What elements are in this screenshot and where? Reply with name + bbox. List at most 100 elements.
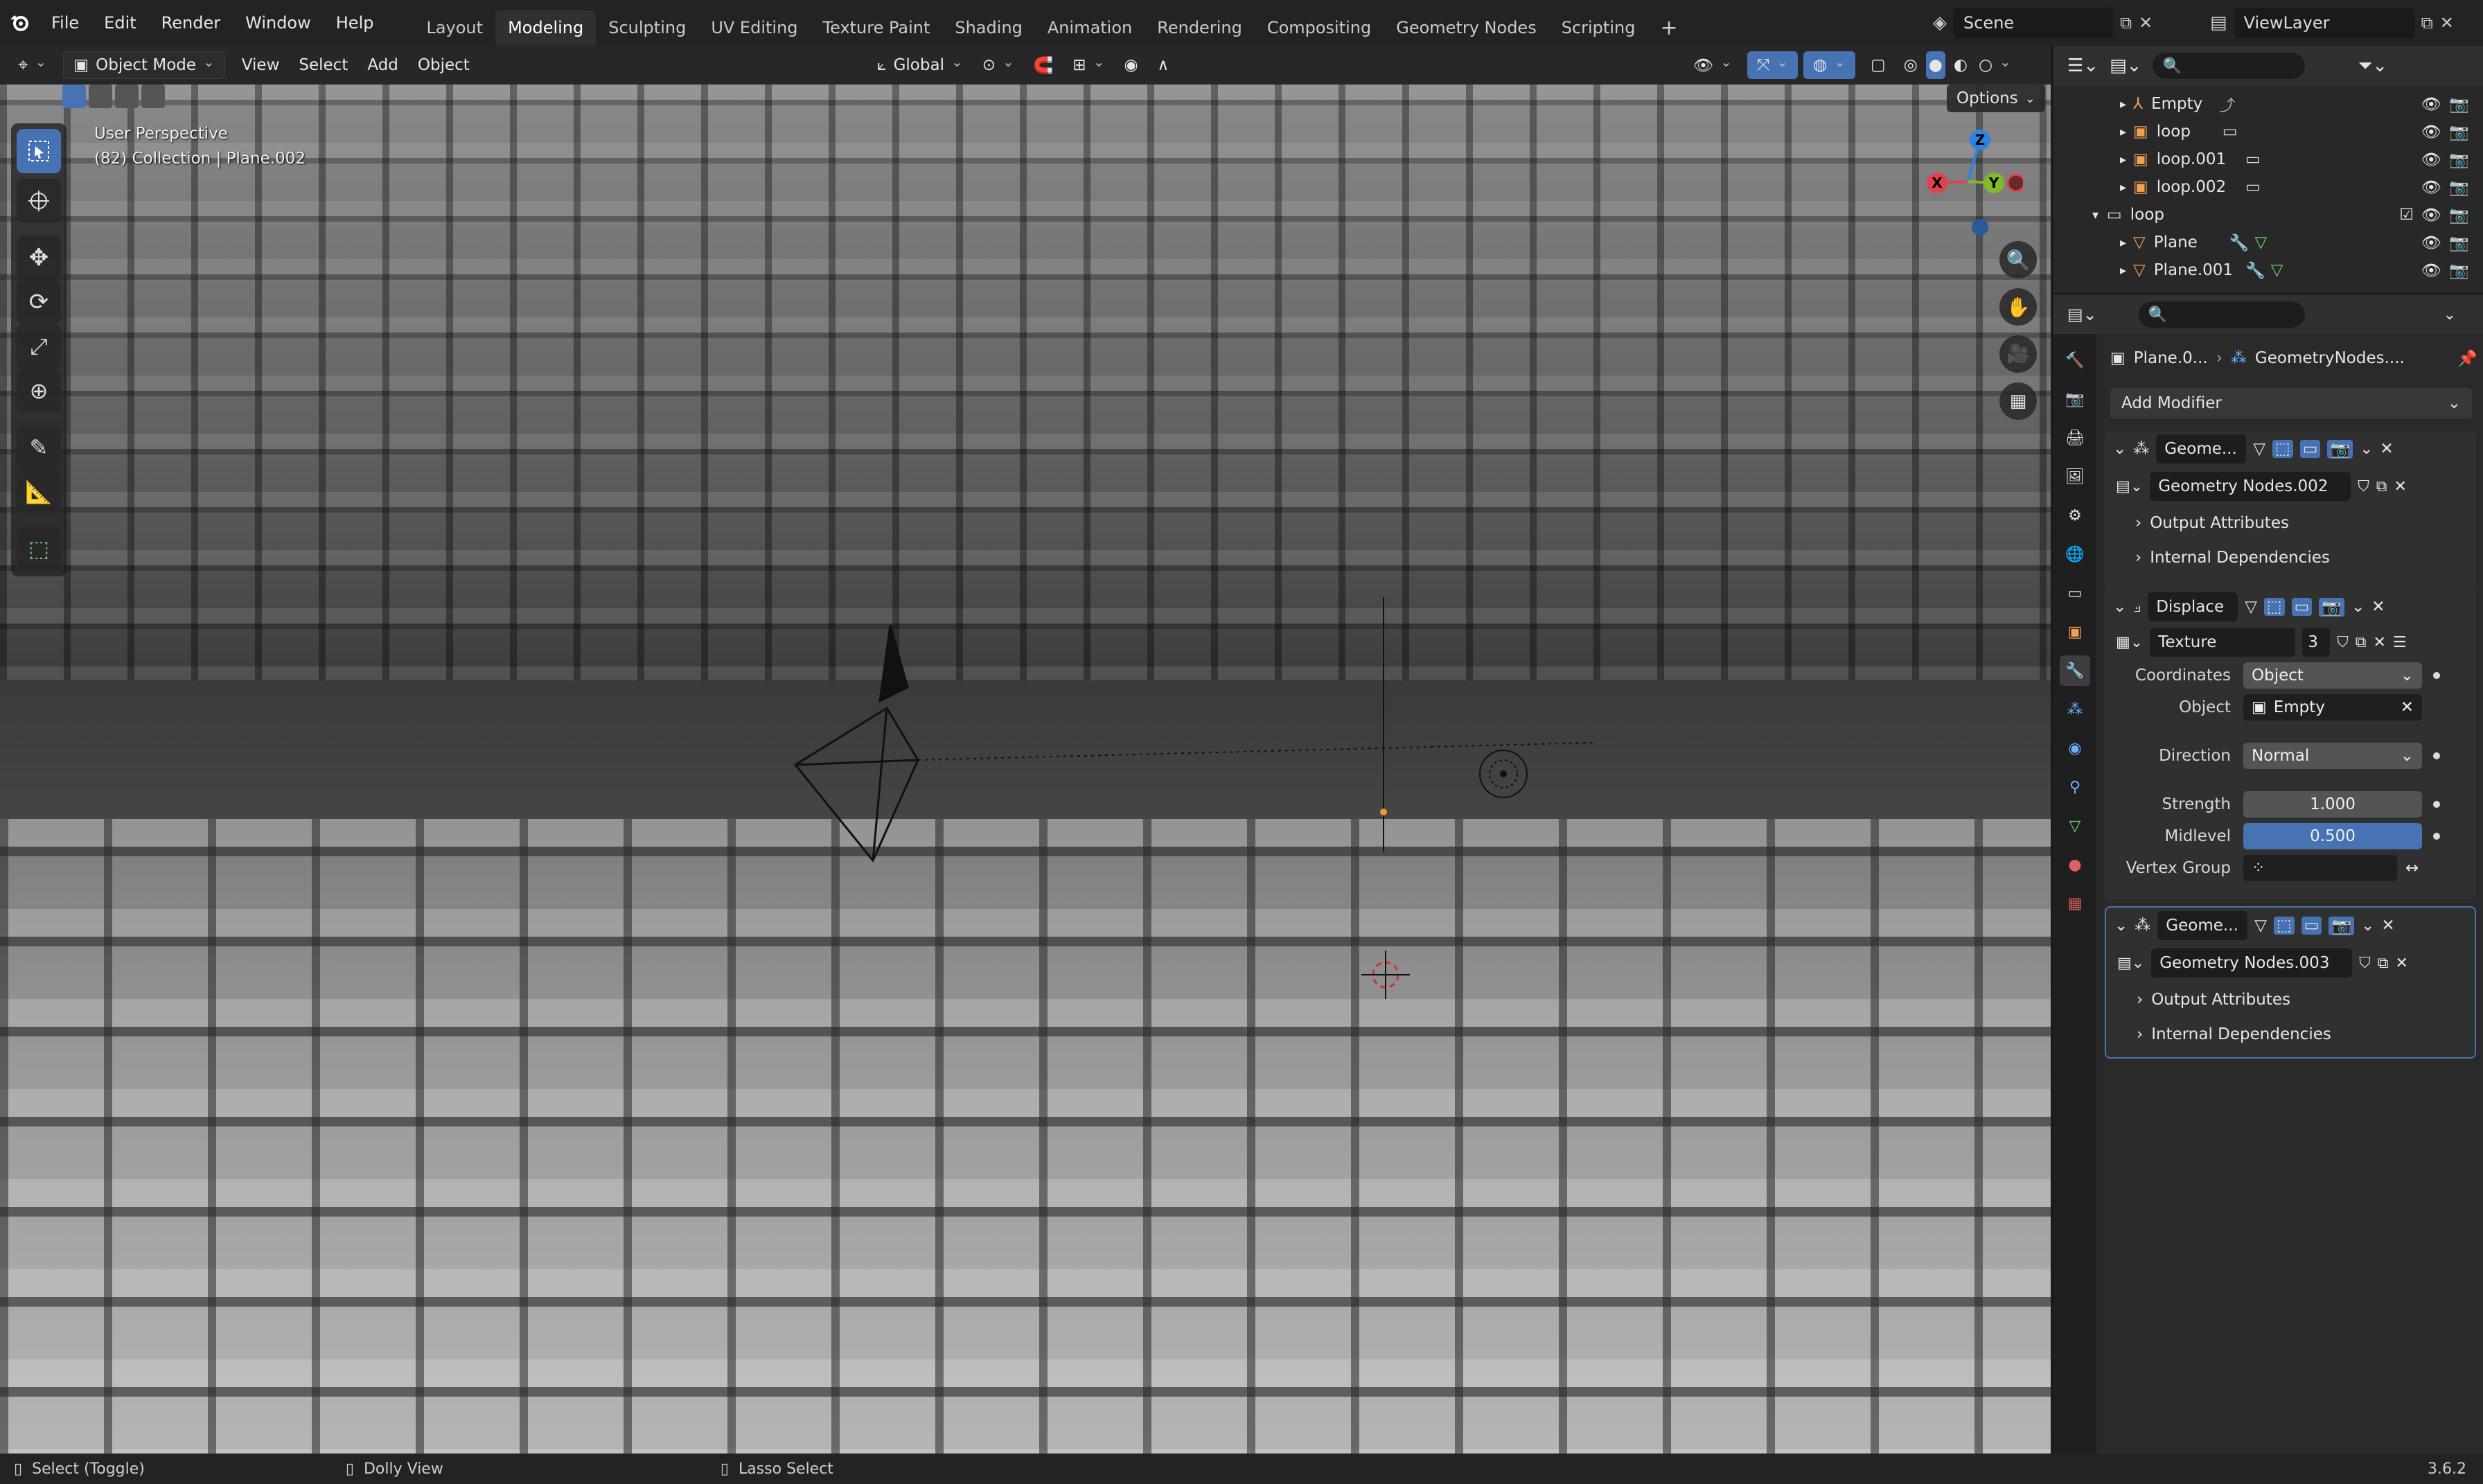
measure-tool[interactable]: 📐	[17, 470, 61, 514]
3d-cursor[interactable]	[1361, 951, 1410, 999]
viewport-display-icon[interactable]: ▭	[2301, 917, 2322, 935]
tab-scripting[interactable]: Scripting	[1549, 10, 1648, 45]
tab-geometry-nodes[interactable]: Geometry Nodes	[1384, 10, 1548, 45]
eye-icon[interactable]: 👁	[2421, 233, 2441, 252]
zoom-icon[interactable]: 🔍	[1999, 241, 2037, 279]
gizmo-toggle-icon[interactable]: ⤧	[1747, 51, 1799, 79]
snap-toggle-icon[interactable]: 🧲	[1024, 51, 1063, 79]
3d-viewport[interactable]: ✥ ⟳ ⤢ ⊕ ✎ 📐 ⬚ User Perspective (82) Coll…	[0, 85, 2051, 1454]
cage-icon[interactable]: ⬚	[2273, 917, 2295, 935]
tab-compositing[interactable]: Compositing	[1255, 10, 1384, 45]
select-subtract-icon[interactable]	[115, 85, 139, 108]
display-mode-icon[interactable]: ▤⌄	[2110, 55, 2141, 76]
mode-selector[interactable]: ▣ Object Mode	[63, 51, 225, 79]
menu-select[interactable]: Select	[289, 51, 357, 79]
shading-rendered-icon[interactable]: ○	[1976, 51, 2014, 79]
chevron-down-icon[interactable]: ⌄	[2361, 917, 2374, 935]
outliner-row[interactable]: ▸ ▽ Plane.001 🔧 ▽ 👁 📷	[2053, 256, 2483, 284]
menu-window[interactable]: Window	[233, 0, 324, 46]
internal-dependencies-subpanel[interactable]: › Internal Dependencies	[2106, 1017, 2475, 1052]
visibility-icon[interactable]: 👁	[1684, 51, 1742, 79]
delete-scene-icon[interactable]: ✕	[2139, 13, 2153, 33]
render-camera-icon[interactable]: 📷	[2449, 206, 2469, 224]
overlay-toggle-icon[interactable]: ◍	[1803, 51, 1855, 79]
cage-icon[interactable]: ⬚	[2272, 440, 2293, 458]
outliner-editor-icon[interactable]: ☰⌄	[2067, 55, 2098, 76]
unlink-icon[interactable]: ✕	[2395, 955, 2407, 972]
strength-slider[interactable]: 1.000	[2243, 791, 2422, 818]
falloff-icon[interactable]: ∧	[1148, 51, 1179, 79]
render-display-icon[interactable]: 📷	[2329, 916, 2355, 935]
tool-tab-icon[interactable]: 🔨	[2060, 345, 2090, 376]
node-group-field[interactable]: Geometry Nodes.002	[2150, 472, 2351, 501]
add-workspace-icon[interactable]: +	[1647, 10, 1690, 45]
pivot-point-icon[interactable]: ⊙	[973, 51, 1024, 79]
select-new-icon[interactable]	[62, 85, 86, 108]
object-field[interactable]: ▣ Empty ✕	[2243, 694, 2422, 721]
tab-shading[interactable]: Shading	[942, 10, 1035, 45]
texture-icon[interactable]: ▦⌄	[2116, 634, 2143, 651]
add-modifier-button[interactable]: Add Modifier ⌄	[2110, 388, 2472, 418]
data-tab-icon[interactable]: ▽	[2060, 811, 2090, 841]
eye-icon[interactable]: 👁	[2421, 150, 2441, 169]
modifier-tab-icon[interactable]: 🔧	[2060, 655, 2090, 686]
fake-user-icon[interactable]: ⛉	[2337, 634, 2349, 651]
expand-arrow-icon[interactable]: ▸	[2120, 180, 2126, 195]
cursor-tool[interactable]	[17, 179, 61, 223]
add-cube-tool[interactable]: ⬚	[17, 527, 61, 571]
new-scene-icon[interactable]: ⧉	[2120, 13, 2132, 33]
unlink-icon[interactable]: ✕	[2373, 634, 2385, 651]
vertex-group-field[interactable]: ⁘	[2243, 855, 2397, 881]
menu-help[interactable]: Help	[324, 0, 387, 46]
texture-field[interactable]: Texture	[2150, 628, 2296, 657]
keyframe-icon[interactable]	[2431, 831, 2442, 842]
outliner-search-input[interactable]: 🔍	[2153, 53, 2306, 79]
expand-arrow-icon[interactable]: ▸	[2120, 152, 2126, 167]
modifier-name-field[interactable]: Displace	[2148, 592, 2238, 621]
annotate-tool[interactable]: ✎	[17, 425, 61, 470]
expand-arrow-icon[interactable]: ▸	[2120, 236, 2126, 250]
eye-icon[interactable]: 👁	[2421, 123, 2441, 141]
pin-icon[interactable]: 📌	[2457, 349, 2477, 368]
fake-user-icon[interactable]: ⛉	[2359, 955, 2371, 972]
move-tool[interactable]: ✥	[17, 236, 61, 280]
chevron-down-icon[interactable]: ⌄	[2351, 598, 2365, 616]
chevron-down-icon[interactable]: ⌄	[2444, 306, 2456, 324]
blender-logo-icon[interactable]	[0, 0, 39, 46]
particles-tab-icon[interactable]: ⁂	[2060, 694, 2090, 725]
render-camera-icon[interactable]: 📷	[2449, 178, 2469, 197]
keyframe-icon[interactable]	[2431, 670, 2442, 681]
navigation-gizmo[interactable]: Z Y X	[1912, 126, 2023, 237]
material-tab-icon[interactable]: ●	[2060, 849, 2090, 880]
view-layer-tab-icon[interactable]: 🖼	[2060, 461, 2090, 492]
output-tab-icon[interactable]: 🖨	[2060, 423, 2090, 453]
eye-icon[interactable]: 👁	[2421, 261, 2441, 280]
midlevel-slider[interactable]: 0.500	[2243, 823, 2422, 849]
outliner-row[interactable]: ▸ ▽ Plane 🔧 ▽ 👁 📷	[2053, 229, 2483, 256]
outliner-row[interactable]: ▸ ▣ loop ▭ 👁 📷	[2053, 118, 2483, 145]
edit-mode-icon[interactable]: ▽	[2253, 440, 2265, 458]
new-viewlayer-icon[interactable]: ⧉	[2421, 13, 2433, 33]
delete-viewlayer-icon[interactable]: ✕	[2440, 13, 2454, 33]
object-tab-icon[interactable]: ▣	[2060, 617, 2090, 647]
checkbox-icon[interactable]: ☑	[2399, 206, 2414, 224]
xray-toggle-icon[interactable]: ▢	[1861, 51, 1896, 79]
tab-sculpting[interactable]: Sculpting	[596, 10, 698, 45]
tab-layout[interactable]: Layout	[414, 10, 495, 45]
direction-dropdown[interactable]: Normal ⌄	[2243, 743, 2422, 769]
render-camera-icon[interactable]: 📷	[2449, 123, 2469, 141]
world-tab-icon[interactable]: 🌐	[2060, 539, 2090, 569]
clear-icon[interactable]: ✕	[2401, 698, 2414, 716]
keyframe-icon[interactable]	[2431, 750, 2442, 761]
duplicate-icon[interactable]: ⧉	[2356, 634, 2367, 651]
shading-solid-icon[interactable]: ●	[1925, 51, 1945, 79]
texture-users-count[interactable]: 3	[2302, 628, 2331, 657]
collapse-arrow-icon[interactable]: ⌄	[2114, 917, 2128, 935]
duplicate-icon[interactable]: ⧉	[2378, 955, 2389, 972]
physics-tab-icon[interactable]: ◉	[2060, 733, 2090, 763]
edit-mode-icon[interactable]: ▽	[2254, 917, 2267, 935]
render-display-icon[interactable]: 📷	[2327, 439, 2353, 459]
viewport-display-icon[interactable]: ▭	[2299, 440, 2321, 458]
unlink-icon[interactable]: ✕	[2394, 478, 2406, 495]
tab-rendering[interactable]: Rendering	[1145, 10, 1255, 45]
